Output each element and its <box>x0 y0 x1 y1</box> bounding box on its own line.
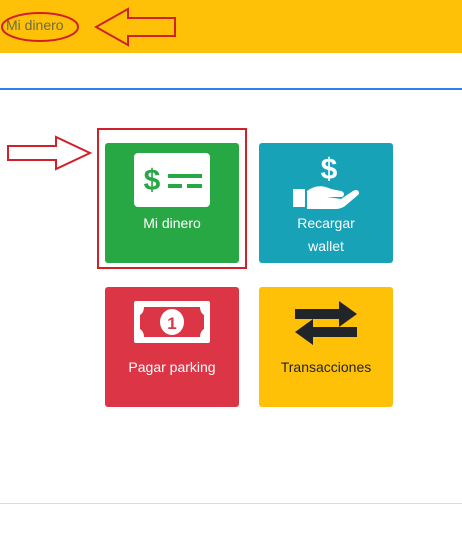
annotation-layer <box>1 7 176 171</box>
svg-text:$: $ <box>144 164 161 197</box>
svg-text:1: 1 <box>167 314 176 333</box>
money-card-icon: $ <box>105 153 239 207</box>
tile-mi-dinero[interactable]: $ Mi dinero <box>105 143 239 263</box>
bottom-divider <box>0 503 462 504</box>
title-highlight-ellipse <box>1 12 79 42</box>
tile-label-line1: Recargar <box>297 215 355 231</box>
tile-label-line2: wallet <box>308 238 344 254</box>
hand-dollar-icon: $ <box>259 149 393 211</box>
svg-text:$: $ <box>321 153 338 186</box>
header-annotation-arrow <box>93 7 176 47</box>
tile-pagar-parking[interactable]: 1 Pagar parking <box>105 287 239 407</box>
tile-label: Transacciones <box>280 359 372 375</box>
header-divider <box>0 88 462 90</box>
tile-label: Mi dinero <box>143 215 201 231</box>
banknote-icon: 1 <box>105 301 239 343</box>
tile-transacciones[interactable]: Transacciones <box>259 287 393 407</box>
tile-label: Pagar parking <box>128 359 216 375</box>
exchange-arrows-icon <box>259 299 393 347</box>
tile-recargar-wallet[interactable]: $ Recargar wallet <box>259 143 393 263</box>
tile-annotation-arrow <box>7 135 93 171</box>
